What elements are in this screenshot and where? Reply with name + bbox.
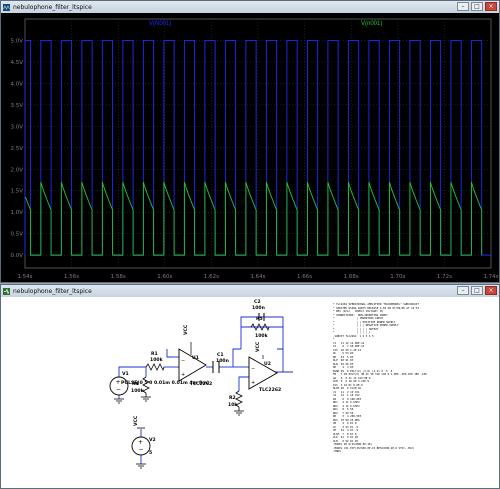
svg-text:+: + — [138, 439, 143, 446]
y-tick-label: 2.0V — [10, 167, 23, 173]
u2-label: U2 — [264, 361, 271, 367]
y-tick-label: 1.0V — [10, 210, 23, 216]
schematic-window-title: nebulophone_filter_ltspice — [13, 287, 92, 295]
u1-part: TLC2262 — [190, 381, 212, 387]
x-tick-label: 1.64s — [250, 274, 265, 280]
waveform-titlebar[interactable]: nebulophone_filter_ltspice – □ × — [1, 1, 499, 13]
trace-label-square: V(N001) — [149, 21, 171, 27]
svg-text:−: − — [181, 358, 185, 364]
r1-label: R1 — [151, 351, 158, 357]
u1-vcc-label: VCC — [183, 324, 189, 335]
u1-opamp[interactable]: − + VCC U1 TLC2262 — [178, 324, 212, 387]
svg-text:+: + — [116, 379, 121, 386]
y-tick-label: 0.0V — [10, 253, 23, 259]
svg-text:−: − — [251, 366, 255, 372]
c1-label: C1 — [217, 352, 224, 358]
x-tick-label: 1.56s — [64, 274, 79, 280]
r1-value: 100k — [150, 357, 164, 363]
r1-resistor[interactable]: R1 100k — [145, 351, 165, 372]
svg-text:+: + — [181, 372, 185, 378]
waveform-plot[interactable]: 0.0V 0.5V 1.0V 1.5V 2.0V 2.5V 3.0V 3.5V 4.0V 4.5V… — [1, 13, 499, 283]
y-tick-label: 2.5V — [10, 146, 23, 152]
waveform-window-title: nebulophone_filter_ltspice — [13, 3, 92, 11]
trace-label-filter: V(n001) — [361, 21, 382, 27]
x-tick-label: 1.60s — [157, 274, 172, 280]
r4-value: 100k — [131, 388, 145, 394]
svg-text:+: + — [251, 380, 255, 386]
r2-resistor[interactable]: R2 10k — [228, 390, 244, 416]
x-tick-label: 1.74s — [483, 274, 498, 280]
y-tick-label: 1.5V — [10, 189, 23, 195]
v2-vcc-label: VCC — [133, 415, 139, 426]
close-button[interactable]: × — [485, 2, 497, 11]
schematic-app-icon — [3, 287, 10, 295]
waveform-window[interactable]: nebulophone_filter_ltspice – □ × 0.0V 0.5… — [0, 0, 500, 283]
c2-label: C2 — [254, 299, 261, 305]
v1-ground — [114, 398, 124, 404]
schematic-window[interactable]: nebulophone_filter_ltspice – □ × + − V1 … — [0, 284, 500, 489]
r5-resistor[interactable]: R5 100k — [250, 316, 270, 339]
schematic-close-button[interactable]: × — [485, 286, 497, 295]
v2-value: 5 — [149, 450, 152, 456]
x-tick-label: 1.68s — [344, 274, 359, 280]
u2-part: TLC2262 — [259, 387, 281, 393]
r5-label: R5 — [256, 316, 263, 322]
svg-text:−: − — [139, 446, 144, 453]
schematic-maximize-button[interactable]: □ — [471, 286, 483, 295]
netlist-text: * TLC2262 OPERATIONAL AMPLIFIER "MACROMO… — [333, 303, 493, 454]
c2-value: 100n — [252, 305, 265, 311]
v1-label: V1 — [122, 371, 129, 377]
u1-label: U1 — [192, 355, 199, 361]
x-tick-label: 1.58s — [111, 274, 126, 280]
v2-label: V2 — [149, 437, 156, 443]
x-tick-label: 1.62s — [204, 274, 219, 280]
minimize-button[interactable]: – — [457, 2, 469, 11]
svg-text:−: − — [116, 386, 121, 393]
y-tick-label: 5.0V — [10, 38, 23, 44]
waveform-app-icon — [3, 3, 10, 11]
netlist-line: .ENDS — [333, 450, 341, 453]
plot-area — [24, 18, 492, 269]
r2-label: R2 — [229, 395, 236, 401]
x-tick-label: 1.72s — [437, 274, 452, 280]
y-tick-label: 3.5V — [10, 103, 23, 109]
y-tick-label: 3.0V — [10, 124, 23, 130]
y-tick-label: 0.5V — [10, 232, 23, 238]
x-tick-label: 1.66s — [297, 274, 312, 280]
v2-source[interactable]: VCC + − V2 5 — [131, 415, 156, 469]
r4-label: R4 — [132, 381, 139, 387]
y-tick-label: 4.5V — [10, 60, 23, 66]
y-tick-label: 4.0V — [10, 81, 23, 87]
u2-opamp[interactable]: − + VCC U2 TLC2262 — [248, 341, 281, 393]
x-tick-label: 1.54s — [17, 274, 32, 280]
x-tick-label: 1.70s — [390, 274, 405, 280]
c1-value: 100n — [216, 358, 229, 364]
c1-capacitor[interactable]: C1 100n — [212, 352, 229, 373]
schematic-titlebar[interactable]: nebulophone_filter_ltspice – □ × — [1, 285, 499, 297]
maximize-button[interactable]: □ — [471, 2, 483, 11]
r5-value: 100k — [255, 333, 269, 339]
schematic-minimize-button[interactable]: – — [457, 286, 469, 295]
r2-value: 10k — [228, 402, 238, 408]
u2-vcc-label: VCC — [255, 341, 261, 352]
